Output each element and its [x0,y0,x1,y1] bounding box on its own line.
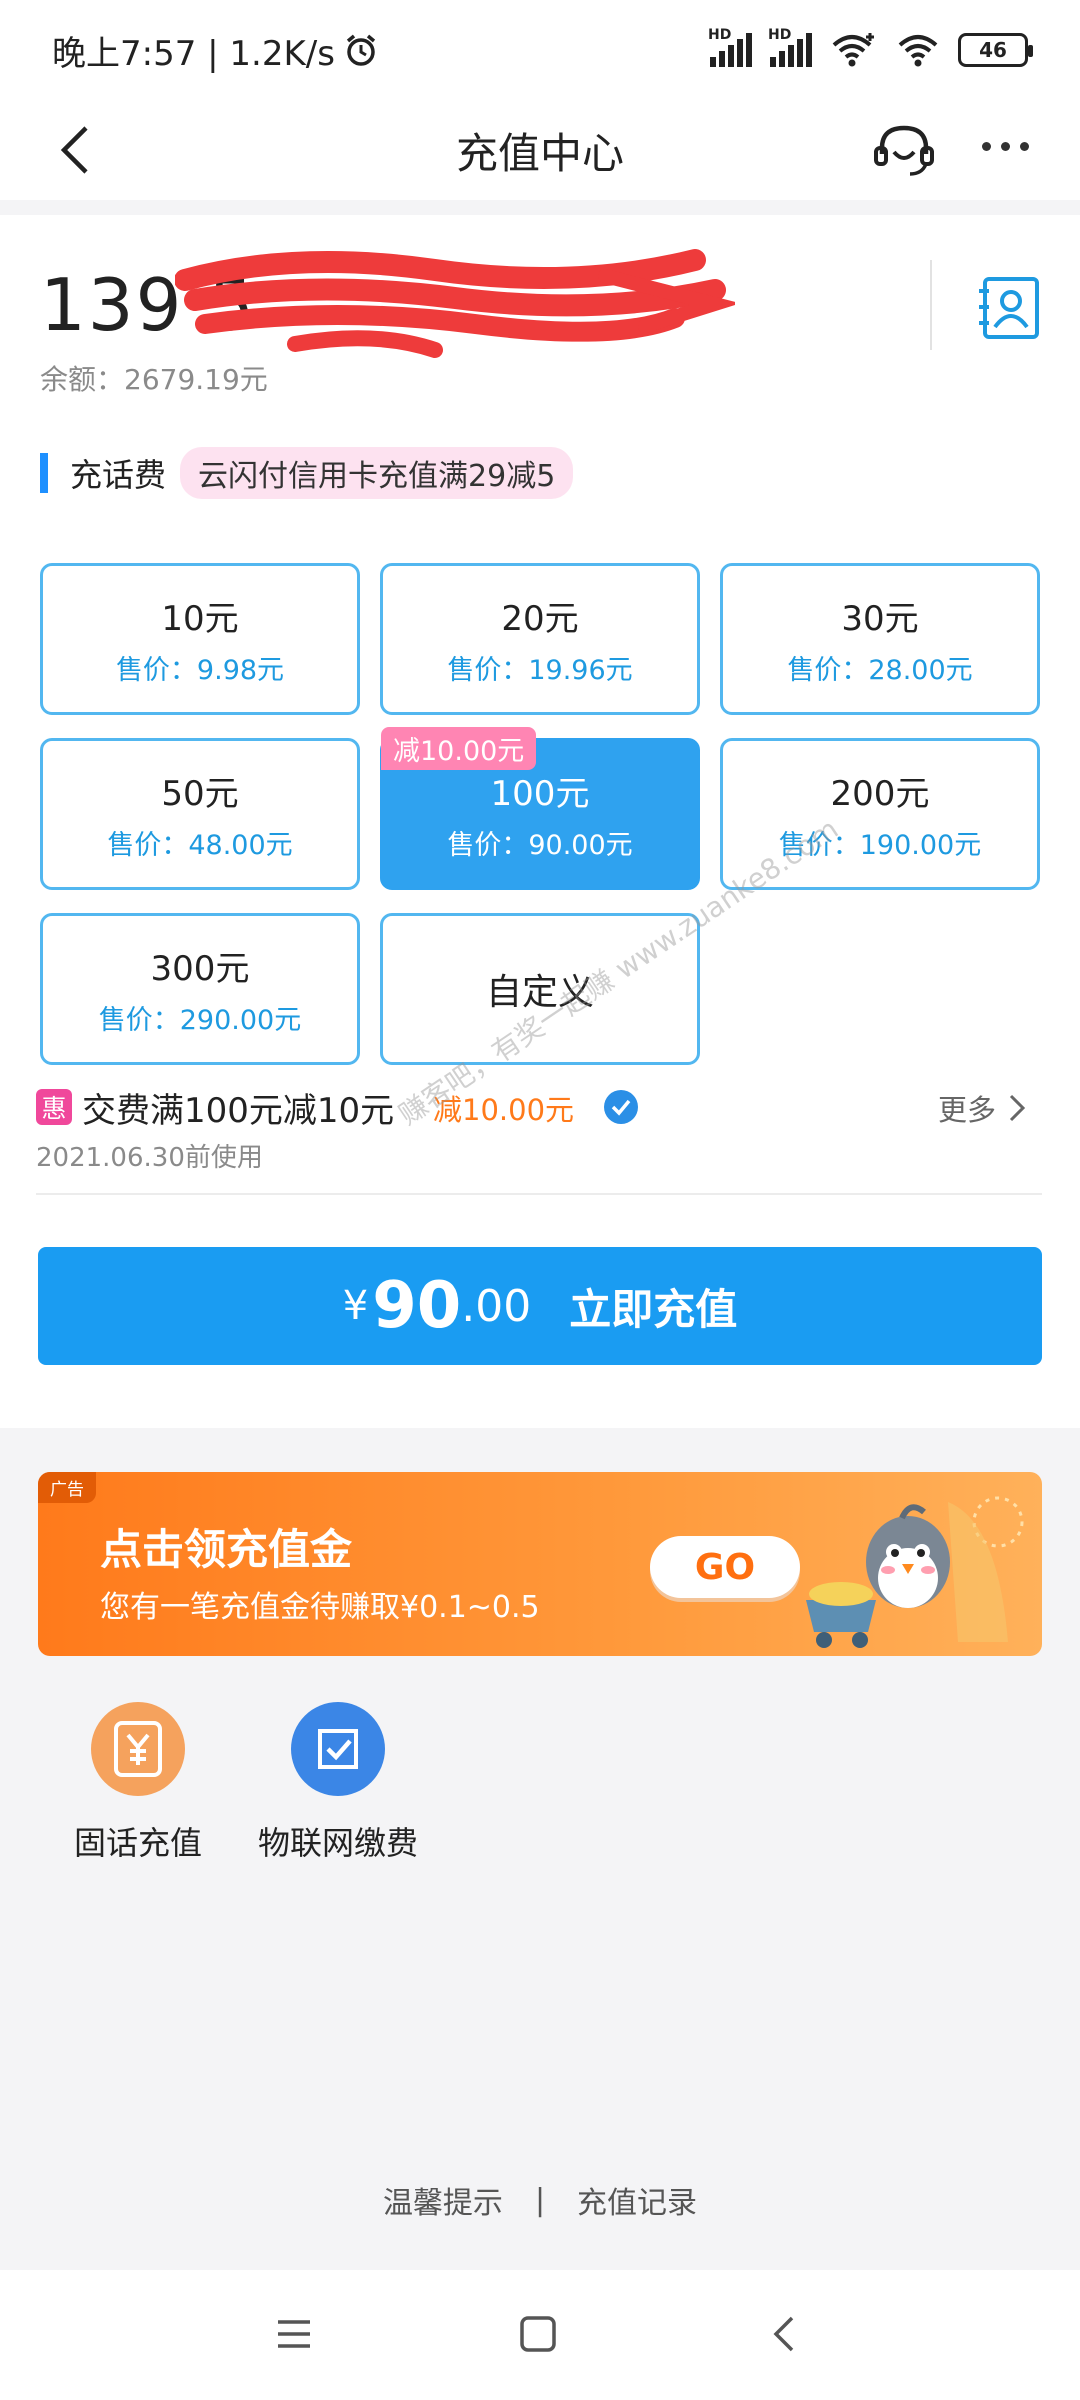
pay-currency: ¥ [342,1283,369,1329]
ad-subtitle: 您有一笔充值金待赚取¥0.1~0.5 [100,1590,540,1625]
ad-title: 点击领充值金 [100,1525,353,1574]
home-icon[interactable] [516,2312,560,2356]
option-face: 200元 [830,774,930,814]
option-price: 售价：90.00元 [447,830,633,861]
battery-icon: 46 [958,33,1033,67]
amount-option-300[interactable]: 300元 售价：290.00元 [40,913,360,1065]
divider [36,1193,1042,1195]
recharge-now-button[interactable]: ¥ 90 .00 立即充值 [38,1247,1042,1365]
signal-icon-2: HD [768,27,812,67]
amount-option-50[interactable]: 50元 售价：48.00元 [40,738,360,890]
status-time-speed: 晚上7:57 | 1.2K/s [52,33,335,74]
page-title: 充值中心 [455,128,624,178]
system-nav-bar [0,2270,1080,2400]
status-right: HD HD 46 [708,27,1033,69]
ad-go-button[interactable]: GO [650,1536,800,1598]
shortcut-label: 物联网缴费 [257,1824,418,1862]
pay-amount-decimal: .00 [461,1280,532,1332]
alarm-icon [346,34,376,66]
footer-separator: | [534,2182,546,2218]
pay-label: 立即充值 [569,1284,738,1334]
recharge-card: 139 5 余额：2679.19元 充话费 云闪付信用卡充值满29减5 10元 … [0,215,1080,1428]
option-price: 售价：19.96元 [447,655,633,686]
footer-links: 温馨提示 | 充值记录 [0,2178,1080,2222]
option-face: 30元 [841,599,919,639]
recharge-records-link[interactable]: 充值记录 [577,2178,697,2222]
section-title: 充话费 [70,456,167,494]
option-price: 售价：290.00元 [98,1005,302,1036]
discount-badge: 减10.00元 [381,727,537,770]
section-accent-bar [40,453,48,493]
discount-hui-icon: 惠 [36,1089,72,1125]
option-face: 300元 [150,949,250,989]
pay-amount-integer: 90 [372,1269,462,1343]
more-label: 更多 [938,1093,997,1127]
wifi-plus-icon [832,33,874,67]
check-circle-icon[interactable] [603,1089,639,1125]
status-bar: 晚上7:57 | 1.2K/s HD HD 46 [0,0,1080,100]
coupon-row[interactable]: 惠 交费满100元减10元 减10.00元 2021.06.30前使用 更多 [36,1083,1046,1173]
balance: 余额：2679.19元 [40,363,268,396]
battery-level: 46 [979,38,1007,62]
tips-link[interactable]: 温馨提示 [383,2178,503,2222]
landline-yuan-icon [91,1702,185,1796]
more-options-icon[interactable] [982,142,1029,151]
coupon-expiry: 2021.06.30前使用 [36,1143,263,1173]
bird-mascot-cart-icon [806,1496,1024,1648]
status-left: 晚上7:57 | 1.2K/s [52,26,379,75]
chevron-right-icon [1009,1094,1026,1122]
amount-option-20[interactable]: 20元 售价：19.96元 [380,563,700,715]
section-header: 充话费 云闪付信用卡充值满29减5 [40,447,574,499]
promo-tag: 云闪付信用卡充值满29减5 [180,447,574,499]
ad-tag: 广告 [38,1472,96,1503]
header: 充值中心 [0,100,1080,200]
amount-option-30[interactable]: 30元 售价：28.00元 [720,563,1040,715]
iot-check-icon [291,1702,385,1796]
option-price: 售价：9.98元 [115,655,285,686]
option-face: 50元 [161,774,239,814]
option-face: 100元 [490,774,590,814]
back-icon[interactable] [52,122,100,178]
option-price: 售价：28.00元 [787,655,973,686]
customer-service-icon[interactable] [872,120,936,180]
back-nav-icon[interactable] [762,2312,806,2356]
option-face: 10元 [161,599,239,639]
shortcut-landline-recharge[interactable]: 固话充值 [28,1702,248,1864]
signal-icon-1: HD [708,27,752,67]
amount-option-10[interactable]: 10元 售价：9.98元 [40,563,360,715]
amount-option-100[interactable]: 减10.00元 100元 售价：90.00元 [380,727,700,890]
menu-icon[interactable] [272,2312,316,2356]
option-price: 售价：48.00元 [107,830,293,861]
shortcut-label: 固话充值 [73,1824,202,1862]
ad-banner[interactable]: 广告 点击领充值金 您有一笔充值金待赚取¥0.1~0.5 GO [38,1472,1042,1656]
divider [930,260,932,350]
redaction-scribble [175,249,735,358]
shortcut-iot-payment[interactable]: 物联网缴费 [228,1702,448,1864]
option-face: 20元 [501,599,579,639]
coupon-title: 交费满100元减10元 [82,1091,395,1131]
more-coupons-link[interactable]: 更多 [938,1087,1026,1129]
wifi-icon [898,35,938,67]
contacts-icon[interactable] [975,275,1041,341]
